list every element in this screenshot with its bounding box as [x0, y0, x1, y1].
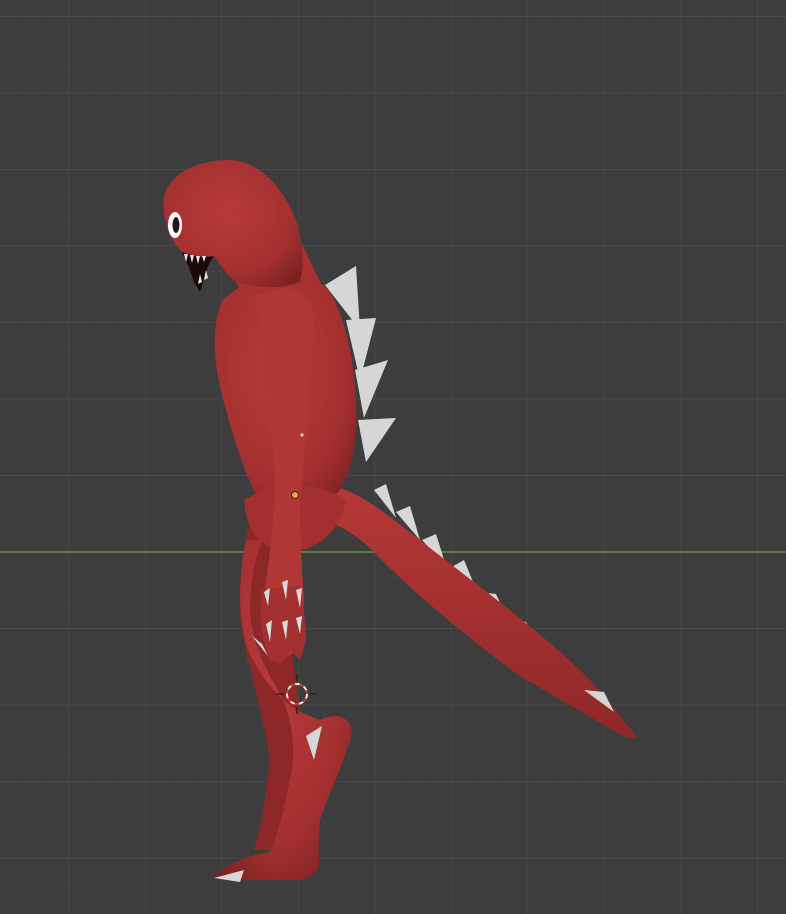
object-origin-icon[interactable] [291, 491, 299, 499]
grid-major [0, 0, 786, 914]
viewport-canvas [0, 0, 786, 914]
3d-viewport[interactable] [0, 0, 786, 914]
eye-pupil [172, 217, 180, 233]
vertex-marker [300, 433, 304, 437]
